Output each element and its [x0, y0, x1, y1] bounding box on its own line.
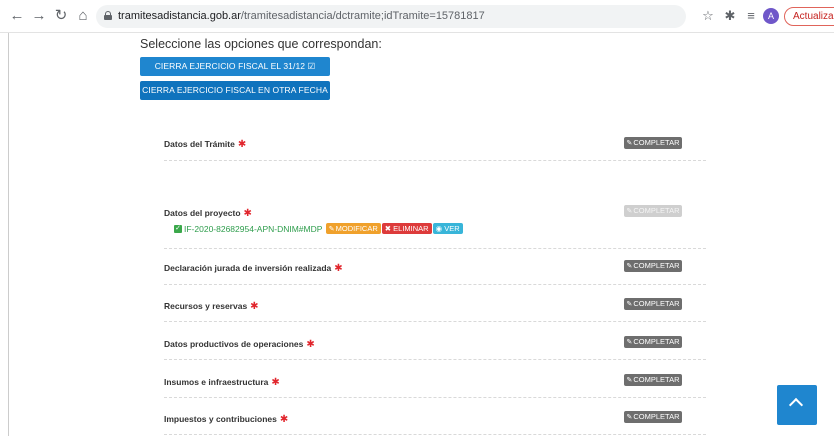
required-mark: ✱	[334, 263, 343, 274]
section-divider	[164, 160, 706, 161]
modify-button[interactable]: ✎MODIFICAR	[325, 223, 381, 235]
completar-button-declaracion-jurada[interactable]: ✎COMPLETAR	[624, 260, 682, 272]
section-divider	[164, 284, 706, 285]
pencil-icon: ✎	[626, 208, 633, 215]
completar-button-datos-productivos[interactable]: ✎COMPLETAR	[624, 336, 682, 348]
reload-icon[interactable]: ↻	[52, 7, 70, 25]
document-link[interactable]: IF-2020-82682954-APN-DNIM#MDP	[184, 224, 322, 234]
delete-button[interactable]: ✖ ELIMINAR	[381, 223, 432, 235]
section-divider	[164, 434, 706, 435]
attached-document: ✓ IF-2020-82682954-APN-DNIM#MDP ✎MODIFICA…	[174, 223, 463, 235]
completar-button-datos-proyecto: ✎COMPLETAR	[624, 205, 682, 217]
fiscal-year-other-date-button[interactable]: CIERRA EJERCICIO FISCAL EN OTRA FECHA	[140, 81, 330, 100]
browser-toolbar: ← → ↻ ⌂ tramitesadistancia.gob.ar/tramit…	[0, 0, 834, 33]
back-arrow-icon[interactable]: ←	[8, 7, 26, 25]
required-mark: ✱	[250, 301, 259, 312]
required-mark: ✱	[243, 208, 252, 219]
completar-button-datos-tramite[interactable]: ✎COMPLETAR	[624, 137, 682, 149]
section-title-datos-tramite: Datos del Trámite ✱	[164, 139, 247, 150]
pencil-icon: ✎	[626, 140, 633, 147]
extensions-puzzle-icon[interactable]: ✱	[722, 8, 738, 24]
section-title-datos-proyecto: Datos del proyecto ✱	[164, 208, 252, 219]
section-divider	[164, 321, 706, 322]
profile-avatar[interactable]: A	[763, 8, 779, 24]
completar-button-insumos[interactable]: ✎COMPLETAR	[624, 374, 682, 386]
pencil-icon: ✎	[626, 414, 633, 421]
required-mark: ✱	[279, 414, 289, 425]
eye-icon: ◉	[435, 224, 445, 234]
url-text[interactable]: tramitesadistancia.gob.ar/tramitesadista…	[118, 10, 485, 22]
completar-button-recursos-reservas[interactable]: ✎COMPLETAR	[624, 298, 682, 310]
view-button[interactable]: ◉ VER	[432, 223, 463, 235]
pencil-icon: ✎	[626, 301, 633, 308]
section-divider	[164, 359, 706, 360]
completar-button-impuestos[interactable]: ✎COMPLETAR	[624, 411, 682, 423]
bookmark-star-icon[interactable]: ☆	[700, 8, 716, 24]
section-title-insumos: Insumos e infraestructura ✱	[164, 377, 280, 388]
forward-arrow-icon[interactable]: →	[30, 7, 48, 25]
page-left-border	[8, 33, 9, 436]
pencil-icon: ✎	[328, 226, 335, 234]
chevron-up-icon	[788, 397, 804, 413]
section-title-datos-productivos: Datos productivos de operaciones ✱	[164, 339, 315, 350]
section-title-impuestos: Impuestos y contribuciones ✱	[164, 414, 289, 425]
scroll-to-top-button[interactable]	[777, 385, 817, 425]
section-divider	[164, 397, 706, 398]
section-divider	[164, 248, 706, 249]
required-mark: ✱	[271, 377, 280, 388]
fiscal-year-1231-button[interactable]: CIERRA EJERCICIO FISCAL EL 31/12 ☑	[140, 57, 330, 76]
options-label: Seleccione las opciones que correspondan…	[140, 37, 382, 51]
pencil-icon: ✎	[626, 263, 633, 270]
pencil-icon: ✎	[626, 377, 633, 384]
required-mark: ✱	[306, 339, 315, 350]
section-title-declaracion-jurada: Declaración jurada de inversión realizad…	[164, 263, 343, 274]
check-square-icon: ✓	[174, 224, 182, 233]
x-icon: ✖	[384, 224, 394, 234]
reading-list-icon[interactable]: ≡	[743, 8, 759, 24]
pencil-icon: ✎	[626, 339, 633, 346]
home-icon[interactable]: ⌂	[74, 7, 92, 25]
lock-icon	[104, 11, 112, 20]
required-mark: ✱	[237, 139, 247, 150]
section-title-recursos-reservas: Recursos y reservas ✱	[164, 301, 259, 312]
update-browser-button[interactable]: Actualizar	[784, 7, 834, 26]
